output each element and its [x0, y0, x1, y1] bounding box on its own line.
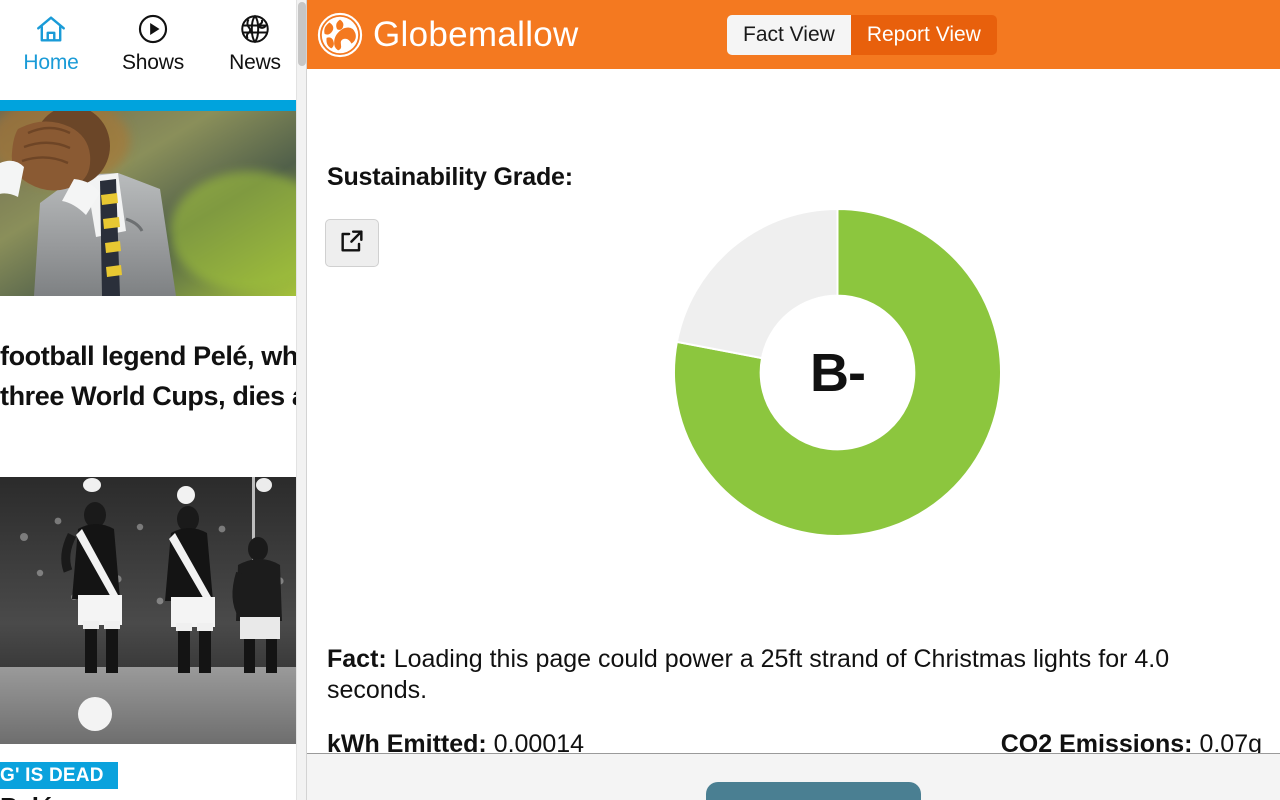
nav-item-news[interactable]: News	[204, 0, 306, 75]
nav-item-news-label: News	[229, 51, 281, 75]
footer-action-button[interactable]	[706, 782, 921, 800]
home-icon	[34, 12, 68, 46]
news-site-navbar: Home Shows	[0, 0, 306, 92]
globe-icon	[238, 12, 272, 46]
nav-item-home-label: Home	[23, 51, 78, 75]
nav-item-home[interactable]: Home	[0, 0, 102, 75]
fact-statement: Fact: Loading this page could power a 25…	[327, 644, 1262, 706]
underlying-news-page: Home Shows	[0, 0, 306, 800]
donut-svg	[674, 209, 1001, 536]
brand-name: Globemallow	[373, 15, 579, 55]
play-circle-icon	[136, 12, 170, 46]
view-tab-group: Fact View Report View	[727, 15, 997, 55]
news-headline-line-1: football legend Pelé, who	[0, 336, 306, 376]
fact-text: Loading this page could power a 25ft str…	[327, 645, 1169, 704]
fact-label: Fact:	[327, 645, 387, 673]
page-vertical-scrollbar[interactable]	[296, 0, 306, 800]
tab-fact-view[interactable]: Fact View	[727, 15, 851, 55]
page-title: Sustainability Grade:	[327, 163, 573, 192]
extension-body: Sustainability Grade: B- Fact: Loading t…	[307, 69, 1280, 753]
globemallow-extension-panel: Globemallow Fact View Report View Sustai…	[306, 0, 1280, 800]
news-secondary-image	[0, 477, 306, 744]
globe-logo-icon	[317, 12, 363, 58]
news-badge-label: G' IS DEAD	[0, 765, 104, 787]
news-hero-image	[0, 111, 306, 296]
donut-segment	[677, 209, 838, 358]
news-headline-line-2: three World Cups, dies at	[0, 376, 306, 416]
extension-footer	[307, 753, 1280, 800]
nav-item-shows[interactable]: Shows	[102, 0, 204, 75]
extension-header: Globemallow Fact View Report View	[307, 0, 1280, 69]
external-link-icon	[338, 227, 366, 260]
scrollbar-thumb[interactable]	[298, 2, 306, 66]
news-badge: G' IS DEAD	[0, 762, 118, 789]
news-headline[interactable]: football legend Pelé, who three World Cu…	[0, 336, 306, 416]
screen-root: Home Shows	[0, 0, 1280, 800]
tab-report-view[interactable]: Report View	[851, 15, 997, 55]
nav-item-shows-label: Shows	[122, 51, 184, 75]
open-report-button[interactable]	[325, 219, 379, 267]
news-section-bar	[0, 100, 306, 111]
news-badge-subtitle: Pelé	[0, 792, 306, 800]
sustainability-grade-donut-chart: B-	[674, 209, 1001, 536]
